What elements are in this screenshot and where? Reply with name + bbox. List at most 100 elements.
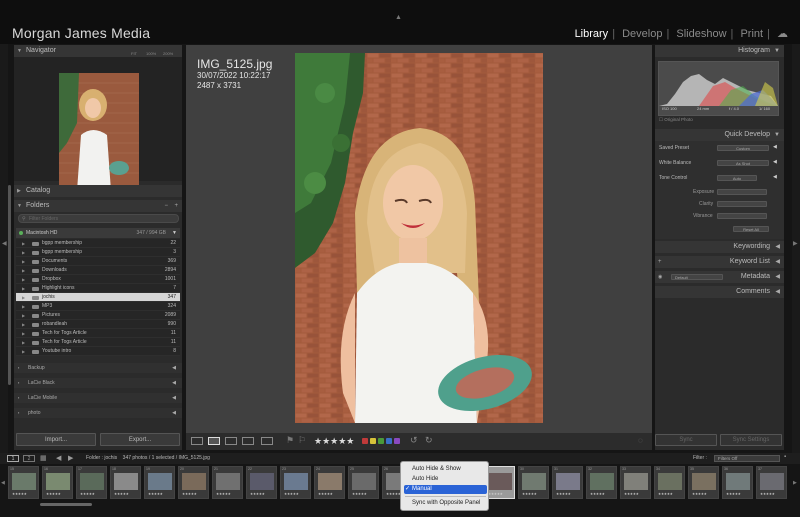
color-label-swatch[interactable] — [370, 438, 376, 444]
navigator-header[interactable]: ▼ Navigator FIT 100% 200% — [14, 45, 182, 57]
folder-expand-icon[interactable]: ▶ — [22, 311, 25, 320]
grid-view-icon[interactable] — [191, 437, 203, 445]
flag-reject-icon[interactable]: ⚐ — [298, 435, 306, 446]
sync-button[interactable]: Sync — [655, 434, 717, 446]
folder-expand-icon[interactable]: ▶ — [22, 275, 25, 284]
filter-lock-icon[interactable]: ▪ — [784, 454, 786, 460]
filmstrip-thumbnail[interactable]: 23 ★★★★★ — [280, 466, 311, 499]
expand-triangle-icon[interactable]: ◀ — [172, 393, 176, 403]
filmstrip-thumbnail[interactable]: 15 ★★★★★ — [8, 466, 39, 499]
menu-item-sync-opposite[interactable]: Sync with Opposite Panel — [404, 499, 487, 508]
filmstrip-thumbnail[interactable]: 18 ★★★★★ — [110, 466, 141, 499]
navigator-preview-area[interactable] — [14, 57, 182, 191]
exposure-steppers[interactable] — [717, 189, 767, 195]
color-label-swatch[interactable] — [378, 438, 384, 444]
filmstrip-thumbnail[interactable]: 32 ★★★★★ — [586, 466, 617, 499]
folder-row[interactable]: ▶ bgpp membership 22 — [16, 239, 180, 248]
filmstrip-thumbnail[interactable]: 16 ★★★★★ — [42, 466, 73, 499]
histogram-header[interactable]: Histogram ▼ — [655, 45, 784, 57]
star-rating[interactable]: ★★★★★ — [314, 436, 354, 447]
volume-macintosh-hd[interactable]: Macintosh HD 347 / 994 GB ▼ — [16, 228, 180, 238]
auto-tone-button[interactable]: Auto — [717, 175, 757, 181]
plus-icon[interactable]: + — [658, 256, 662, 268]
loupe-view-icon[interactable] — [208, 437, 220, 445]
folder-row[interactable]: ▶ Pictures 2089 — [16, 311, 180, 320]
volume-row[interactable]: ▪ photo ◀ — [14, 408, 182, 418]
quick-develop-header[interactable]: Quick Develop ▼ — [655, 129, 784, 141]
folder-row[interactable]: ▶ bgpp membership 3 — [16, 248, 180, 257]
folder-expand-icon[interactable]: ▶ — [22, 284, 25, 293]
main-photo[interactable] — [295, 53, 543, 423]
sync-settings-button[interactable]: Sync Settings — [720, 434, 782, 446]
color-label-swatch[interactable] — [394, 438, 400, 444]
original-photo-checkbox[interactable]: ☐ Original Photo — [659, 117, 693, 123]
folder-expand-icon[interactable]: ▶ — [22, 239, 25, 248]
filmstrip-scrollbar[interactable] — [40, 503, 92, 506]
filmstrip-thumbnail[interactable]: 21 ★★★★★ — [212, 466, 243, 499]
export-button[interactable]: Export... — [100, 433, 180, 446]
left-panel-edge[interactable]: ◀ — [0, 44, 8, 454]
color-label-swatch[interactable] — [386, 438, 392, 444]
filmstrip-thumbnail[interactable]: 24 ★★★★★ — [314, 466, 345, 499]
filmstrip-thumbnail[interactable]: 31 ★★★★★ — [552, 466, 583, 499]
folder-row[interactable]: ▶ Documents 369 — [16, 257, 180, 266]
folder-expand-icon[interactable]: ▶ — [22, 320, 25, 329]
top-panel-toggle-icon[interactable]: ▲ — [395, 14, 402, 21]
filmstrip-path[interactable]: Folder : jochis 347 photos / 1 selected … — [86, 455, 210, 461]
filmstrip-scroll-right-icon[interactable]: ▶ — [793, 480, 797, 486]
white-balance-select[interactable]: As Shot — [717, 160, 769, 166]
folders-header[interactable]: ▼ Folders − + — [14, 200, 182, 212]
module-slideshow[interactable]: Slideshow — [676, 28, 726, 40]
folder-expand-icon[interactable]: ▶ — [22, 266, 25, 275]
left-panel-scrollbar[interactable] — [8, 185, 11, 385]
filter-select[interactable]: Filters Off — [714, 455, 780, 462]
folder-expand-icon[interactable]: ▶ — [22, 293, 25, 302]
import-button[interactable]: Import... — [16, 433, 96, 446]
second-window-button[interactable]: 2 — [23, 455, 35, 462]
people-view-icon[interactable] — [261, 437, 273, 445]
saved-preset-select[interactable]: Custom — [717, 145, 769, 151]
right-panel-toggle-icon[interactable]: ▶ — [793, 240, 798, 247]
keyword-list-header[interactable]: + Keyword List ◀ — [655, 256, 784, 268]
volume-collapse-icon[interactable]: ▼ — [172, 228, 177, 238]
eye-icon[interactable]: ◉ — [658, 271, 662, 283]
rotate-left-icon[interactable]: ↺ — [410, 435, 418, 446]
module-develop[interactable]: Develop — [622, 28, 662, 40]
expand-triangle-icon[interactable]: ◀ — [172, 363, 176, 373]
flag-pick-icon[interactable]: ⚑ — [286, 435, 294, 446]
expand-triangle-icon[interactable]: ◀ — [172, 378, 176, 388]
folder-row[interactable]: ▶ Youtube intro 8 — [16, 347, 180, 356]
filmstrip-thumbnail[interactable]: 35 ★★★★★ — [688, 466, 719, 499]
module-print[interactable]: Print — [740, 28, 763, 40]
menu-item-auto-hide[interactable]: Auto Hide — [404, 475, 487, 484]
left-panel-toggle-icon[interactable]: ◀ — [2, 240, 7, 247]
color-label-swatch[interactable] — [362, 438, 368, 444]
survey-view-icon[interactable] — [242, 437, 254, 445]
vibrance-steppers[interactable] — [717, 213, 767, 219]
white-balance-toggle-icon[interactable]: ◀ — [773, 159, 777, 165]
saved-preset-toggle-icon[interactable]: ◀ — [773, 144, 777, 150]
minus-icon[interactable]: − — [164, 200, 168, 212]
folder-row[interactable]: ▶ Downloads 2894 — [16, 266, 180, 275]
filmstrip-thumbnail[interactable]: 17 ★★★★★ — [76, 466, 107, 499]
folder-search-input[interactable]: ⚲ Filter Folders — [18, 214, 179, 223]
tone-control-toggle-icon[interactable]: ◀ — [773, 174, 777, 180]
right-panel-edge[interactable]: ▶ — [792, 44, 800, 454]
folder-expand-icon[interactable]: ▶ — [22, 302, 25, 311]
folder-row[interactable]: ▶ robandleah 990 — [16, 320, 180, 329]
folder-expand-icon[interactable]: ▶ — [22, 347, 25, 356]
filmstrip-thumbnail[interactable]: 33 ★★★★★ — [620, 466, 651, 499]
metadata-preset-select[interactable]: Default — [671, 274, 723, 280]
filmstrip-thumbnail[interactable]: 37 ★★★★★ — [756, 466, 787, 499]
plus-icon[interactable]: + — [174, 200, 178, 212]
back-arrow-icon[interactable]: ◀ — [56, 454, 61, 462]
rotate-right-icon[interactable]: ↻ — [425, 435, 433, 446]
folder-row[interactable]: ▶ Highlight icons 7 — [16, 284, 180, 293]
filmstrip-thumbnail[interactable]: 30 ★★★★★ — [518, 466, 549, 499]
volume-row[interactable]: ▪ LaCie Black ◀ — [14, 378, 182, 388]
menu-item-manual[interactable]: ✓ Manual — [404, 485, 487, 494]
loupe-view[interactable]: IMG_5125.jpg 30/07/2022 10:22:17 2487 x … — [186, 45, 652, 433]
comments-header[interactable]: Comments ◀ — [655, 286, 784, 298]
filmstrip-scroll-left-icon[interactable]: ◀ — [1, 480, 5, 486]
folder-expand-icon[interactable]: ▶ — [22, 257, 25, 266]
